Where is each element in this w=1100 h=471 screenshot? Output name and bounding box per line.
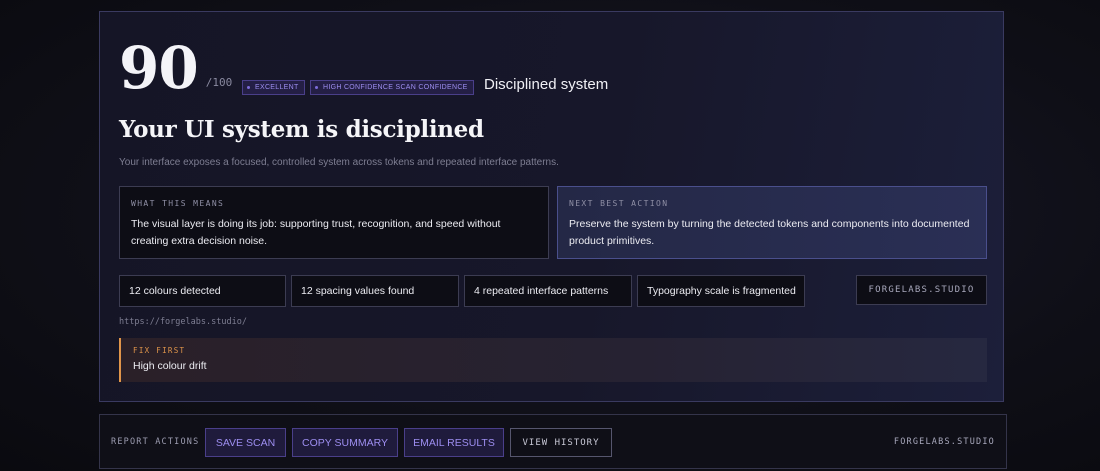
finding-chip-colours: 12 colours detected [119,275,286,307]
badge-excellent: EXCELLENT [242,80,305,95]
fix-first-label: FIX FIRST [133,346,186,355]
panel-label: NEXT BEST ACTION [569,199,669,208]
email-results-button[interactable]: EMAIL RESULTS [404,428,504,457]
view-history-button[interactable]: VIEW HISTORY [510,428,612,457]
panel-body: Preserve the system by turning the detec… [569,218,970,247]
score-row: 90 /100 [119,39,232,97]
actions-brand: FORGELABS.STUDIO [893,437,995,447]
brand-chip: FORGELABS.STUDIO [856,275,987,305]
badge-label: HIGH CONFIDENCE SCAN CONFIDENCE [323,84,468,91]
fix-first-body: High colour drift [133,360,207,372]
panel-label: WHAT THIS MEANS [131,199,225,208]
finding-chip-patterns: 4 repeated interface patterns [464,275,632,307]
badge-dot-icon [315,86,318,89]
finding-chip-typography: Typography scale is fragmented [637,275,805,307]
save-scan-button[interactable]: SAVE SCAN [205,428,286,457]
finding-chip-spacing: 12 spacing values found [291,275,459,307]
site-url: https://forgelabs.studio/ [119,317,247,327]
report-actions-bar: REPORT ACTIONS SAVE SCAN COPY SUMMARY EM… [99,414,1007,469]
copy-summary-button[interactable]: COPY SUMMARY [292,428,398,457]
badge-confidence: HIGH CONFIDENCE SCAN CONFIDENCE [310,80,474,95]
fix-first-callout: FIX FIRST High colour drift [119,338,987,382]
score-max: /100 [205,76,233,89]
page-subtitle: Your interface exposes a focused, contro… [119,157,559,168]
score-value: 90 [119,34,199,102]
report-actions-label: REPORT ACTIONS [111,437,200,447]
badge-dot-icon [247,86,250,89]
panel-body: The visual layer is doing its job: suppo… [131,218,501,247]
what-this-means-panel: WHAT THIS MEANS The visual layer is doin… [119,186,549,259]
badge-label: EXCELLENT [255,84,299,91]
score-card: 90 /100 EXCELLENT HIGH CONFIDENCE SCAN C… [99,11,1004,402]
status-text: Disciplined system [484,76,609,93]
page-title: Your UI system is disciplined [119,116,484,143]
next-best-action-panel: NEXT BEST ACTION Preserve the system by … [557,186,987,259]
